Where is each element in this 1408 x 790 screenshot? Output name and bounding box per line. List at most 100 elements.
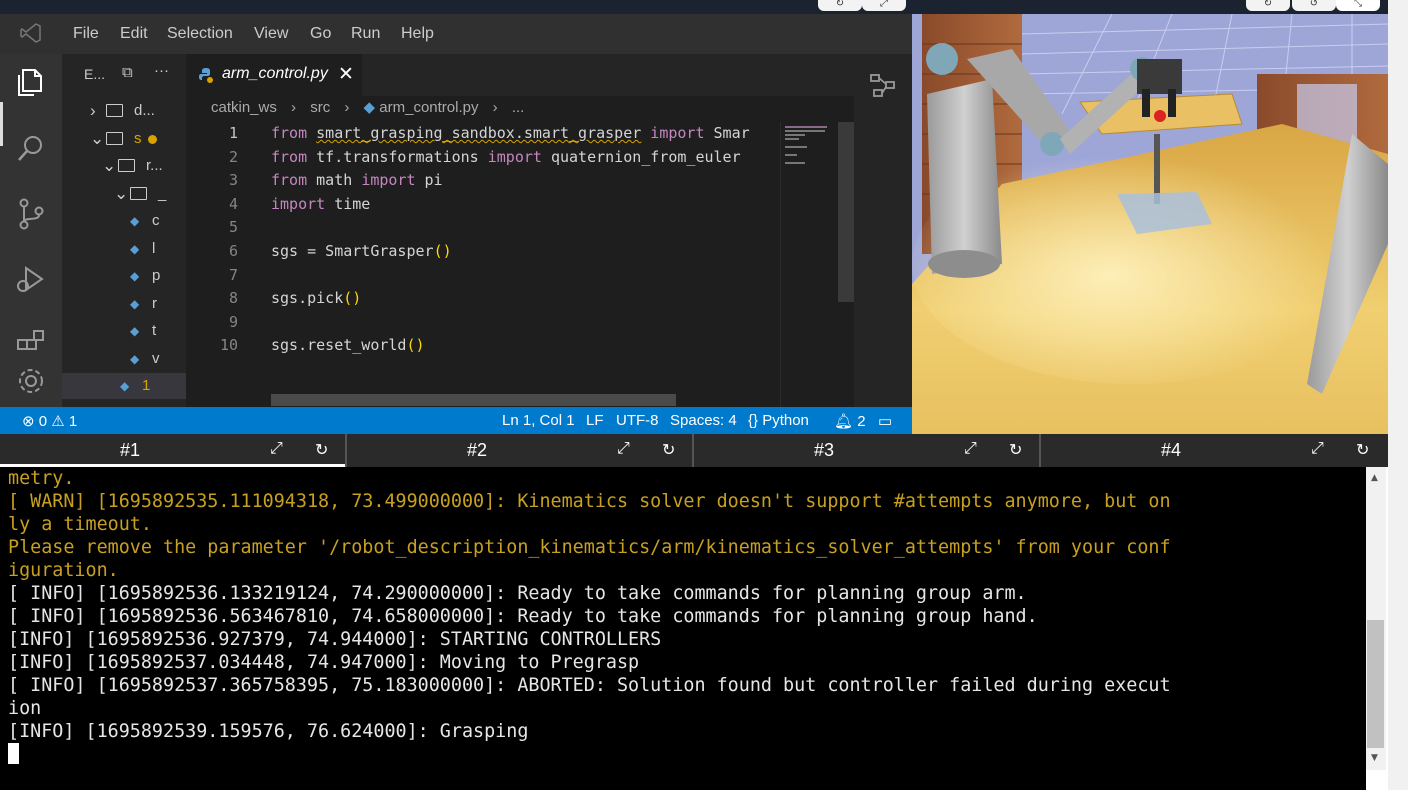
breadcrumb-item[interactable]: arm_control.py	[379, 99, 478, 116]
explorer-item[interactable]: › d...	[62, 98, 186, 124]
menu-help[interactable]: Help	[401, 25, 434, 43]
reload-icon[interactable]: ↻	[1246, 0, 1290, 11]
encoding-indicator[interactable]: UTF-8	[616, 412, 659, 429]
reload-icon[interactable]: ↻	[1009, 440, 1022, 460]
breadcrumb: catkin_ws › src › ◆ arm_control.py › ...	[211, 98, 524, 116]
explorer-item[interactable]: ◆ 1	[62, 373, 186, 399]
close-tab-icon[interactable]: ✕	[338, 63, 354, 86]
terminal-output[interactable]: metry.[ WARN] [1695892535.111094318, 73.…	[0, 467, 1366, 790]
maximize-icon[interactable]: ⤢	[270, 440, 283, 458]
menu-go[interactable]: Go	[310, 25, 331, 43]
breadcrumb-item[interactable]: src	[310, 99, 330, 116]
explorer-item-label: v	[152, 349, 160, 367]
vscode-window: File Edit Selection View Go Run Help E..…	[0, 14, 912, 434]
terminal-tab-1[interactable]: #1 ⤢ ↻	[0, 434, 345, 467]
code-line[interactable]: sgs = SmartGrasper()	[271, 242, 452, 260]
maximize-icon[interactable]: ⤢	[1311, 440, 1324, 458]
code-token: math	[307, 171, 362, 190]
explorer-item[interactable]: ◆ p	[62, 263, 186, 289]
notifications-indicator[interactable]: 🔔︎ 2	[834, 412, 866, 430]
terminal-line: ly a timeout.	[8, 514, 152, 535]
code-line[interactable]: import time	[271, 195, 370, 213]
python-file-icon: ◆	[130, 269, 140, 283]
reload-icon[interactable]: ↻	[662, 440, 675, 460]
problems-indicator[interactable]: ⊗ 0 ⚠ 1	[22, 412, 77, 430]
source-control-icon[interactable]	[14, 197, 48, 231]
code-line[interactable]: sgs.pick()	[271, 289, 361, 307]
fullscreen-icon[interactable]: ⤡	[1336, 0, 1380, 11]
explorer-item[interactable]: ⌄ r...	[62, 153, 186, 179]
cursor-position[interactable]: Ln 1, Col 1	[502, 412, 575, 429]
chevron-right-icon: ›	[291, 99, 297, 116]
explorer-item[interactable]: ◆ r	[62, 291, 186, 317]
menu-file[interactable]: File	[73, 25, 99, 43]
terminal-tab-4[interactable]: #4 ⤢ ↻	[1041, 434, 1386, 467]
gripper-finger	[1142, 89, 1150, 117]
search-icon[interactable]	[14, 132, 48, 166]
explorer-item[interactable]: ◆ c	[62, 208, 186, 234]
eol-indicator[interactable]: LF	[586, 412, 604, 429]
tab-label: arm_control.py	[222, 65, 328, 82]
indentation-indicator[interactable]: Spaces: 4	[670, 412, 737, 429]
explorer-item[interactable]: ⌄ s	[62, 126, 186, 152]
code-line[interactable]: from smart_grasping_sandbox.smart_graspe…	[271, 124, 750, 142]
reload-icon[interactable]: ↻	[315, 440, 328, 460]
code-line[interactable]: from tf.transformations import quaternio…	[271, 148, 741, 166]
line-number: 1	[228, 124, 238, 142]
menu-run[interactable]: Run	[351, 25, 380, 43]
code-editor[interactable]: 1 from smart_grasping_sandbox.smart_grasp…	[186, 122, 776, 407]
editor-horizontal-scrollbar[interactable]	[271, 394, 676, 406]
breadcrumb-item[interactable]: ...	[512, 99, 525, 116]
scroll-up-icon[interactable]: ▲	[1371, 473, 1378, 483]
menu-bar: File Edit Selection View Go Run Help	[0, 14, 912, 54]
minimap[interactable]	[780, 122, 848, 407]
explorer-item[interactable]: ⌄ _	[62, 181, 186, 207]
terminal-tab-2[interactable]: #2 ⤢ ↻	[347, 434, 692, 467]
explorer-item[interactable]: ◆ t	[62, 318, 186, 344]
editor-vertical-scrollbar[interactable]	[838, 122, 854, 302]
code-token: pi	[415, 171, 443, 190]
maximize-icon[interactable]: ⤢	[617, 440, 630, 458]
language-mode[interactable]: {} Python	[748, 412, 809, 429]
maximize-icon[interactable]: ⤢	[964, 440, 977, 458]
reset-icon[interactable]: ↺	[1292, 0, 1336, 11]
files-icon[interactable]	[14, 66, 48, 100]
breadcrumb-item[interactable]: catkin_ws	[211, 99, 277, 116]
python-file-icon: ◆	[130, 351, 140, 366]
reload-icon[interactable]: ↻	[818, 0, 862, 11]
terminal-line: ion	[8, 698, 42, 719]
gazebo-3d-viewport[interactable]	[912, 14, 1388, 434]
extensions-icon[interactable]	[14, 326, 48, 360]
settings-gear-icon[interactable]	[14, 364, 48, 398]
expand-icon[interactable]: ⤢	[862, 0, 906, 11]
folder-icon	[130, 186, 147, 200]
explorer-item-label: p	[152, 267, 161, 284]
activity-bar	[0, 54, 62, 407]
line-number: 3	[228, 171, 238, 190]
collapse-all-icon[interactable]: ⧉	[122, 64, 133, 81]
folder-icon	[118, 159, 135, 172]
code-line[interactable]: sgs.reset_world()	[271, 336, 425, 354]
more-actions-icon[interactable]: ···	[154, 62, 169, 79]
page-scrollbar[interactable]	[1388, 0, 1408, 790]
tab-arm-control[interactable]: arm_control.py ✕	[186, 54, 362, 96]
code-line[interactable]: from math import pi	[271, 171, 443, 189]
terminal-tab-3[interactable]: #3 ⤢ ↻	[694, 434, 1039, 467]
python-file-icon: ◆	[130, 324, 140, 338]
run-debug-icon[interactable]	[14, 262, 48, 296]
terminal-scroll-thumb[interactable]	[1367, 620, 1384, 748]
terminal-line: [ INFO] [1695892536.563467810, 74.658000…	[8, 606, 1038, 627]
terminal-tab-label: #1	[119, 440, 141, 460]
reload-icon[interactable]: ↻	[1356, 440, 1369, 460]
active-indicator	[0, 102, 3, 146]
ros-graph-icon[interactable]	[868, 70, 898, 100]
menu-selection[interactable]: Selection	[167, 25, 233, 43]
menu-view[interactable]: View	[254, 25, 288, 43]
layout-panel-icon[interactable]: ▭	[878, 412, 892, 430]
menu-edit[interactable]: Edit	[120, 25, 148, 43]
explorer-item[interactable]: ◆ l	[62, 236, 186, 262]
explorer-item[interactable]: ◆ v	[62, 346, 186, 372]
scroll-down-icon[interactable]: ▼	[1371, 753, 1378, 763]
modified-dot-icon	[148, 134, 157, 144]
